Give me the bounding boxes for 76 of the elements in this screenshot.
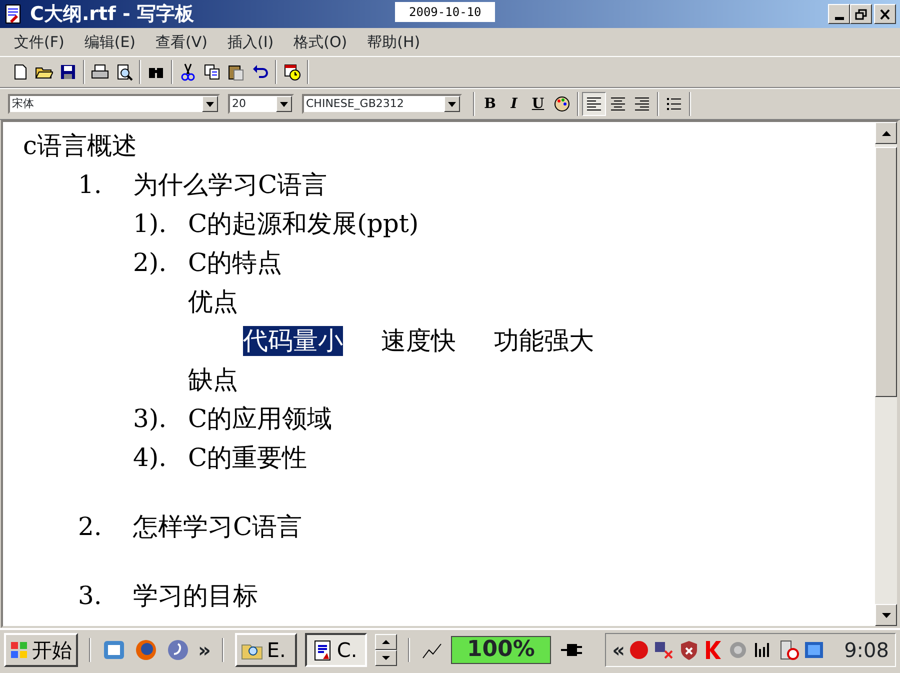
calendar-clock-icon bbox=[283, 63, 301, 81]
menu-item[interactable]: 格式(O) bbox=[284, 30, 358, 54]
align-left-button[interactable] bbox=[582, 92, 606, 116]
list-number: 1). bbox=[133, 209, 168, 239]
text-word: 代码量小 bbox=[243, 326, 343, 356]
minimize-icon bbox=[834, 16, 844, 20]
window-title: C大纲.rtf - 写字板 bbox=[30, 2, 194, 27]
palette-icon bbox=[553, 95, 571, 113]
scissors-icon bbox=[179, 63, 197, 81]
size-combo[interactable]: 20 bbox=[228, 94, 294, 114]
up-arrow-icon bbox=[382, 640, 390, 644]
minimize-button[interactable] bbox=[828, 4, 850, 24]
align-right-icon bbox=[633, 95, 651, 113]
document-icon bbox=[4, 4, 22, 24]
copy-icon bbox=[203, 63, 221, 81]
dropdown-arrow-icon bbox=[280, 102, 288, 106]
record-dot-icon[interactable] bbox=[628, 638, 650, 660]
list-number: 3. bbox=[78, 581, 103, 611]
outline-text: c语言概述 bbox=[23, 131, 138, 161]
scroll-down-button[interactable] bbox=[374, 650, 397, 666]
italic-button[interactable]: I bbox=[502, 92, 526, 116]
bullets-icon bbox=[665, 95, 683, 113]
bold-button[interactable]: B bbox=[478, 92, 502, 116]
restore-button[interactable] bbox=[850, 4, 872, 24]
outline-text: 怎样学习C语言 bbox=[133, 512, 302, 542]
list-number: 3). bbox=[133, 404, 168, 434]
more-button[interactable]: » bbox=[198, 634, 211, 664]
paste-icon bbox=[227, 63, 245, 81]
menu-item[interactable]: 查看(V) bbox=[146, 30, 218, 54]
printer-icon bbox=[91, 63, 109, 81]
print-preview-icon bbox=[115, 63, 133, 81]
outline-text: C的重要性 bbox=[188, 443, 308, 473]
outline-text: C的应用领域 bbox=[188, 404, 332, 434]
close-button[interactable] bbox=[874, 4, 896, 24]
text-word: 速度快 bbox=[381, 326, 456, 356]
menu-item[interactable]: 帮助(H) bbox=[357, 30, 430, 54]
tray-expand-button[interactable]: « bbox=[612, 634, 626, 664]
outline-text: C的起源和发展(ppt) bbox=[188, 209, 419, 239]
list-number: 1. bbox=[78, 170, 103, 200]
font-combo[interactable]: 宋体 bbox=[8, 94, 220, 114]
align-center-icon bbox=[609, 95, 627, 113]
vertical-scrollbar[interactable] bbox=[875, 122, 897, 626]
list-number: 2. bbox=[78, 512, 103, 542]
scroll-up-arrow-icon bbox=[882, 130, 890, 136]
outline-text: 学习的目标 bbox=[133, 581, 258, 611]
close-icon bbox=[878, 8, 892, 20]
script-combo[interactable]: CHINESE_GB2312 bbox=[302, 94, 462, 114]
text-word: 功能强大 bbox=[494, 326, 594, 356]
dropdown-arrow-icon bbox=[448, 102, 456, 106]
battery-percent: 100% bbox=[466, 636, 536, 662]
outline-text: 优点 bbox=[188, 287, 238, 317]
windows-logo-icon bbox=[10, 640, 28, 658]
outline-text: C的特点 bbox=[188, 248, 282, 278]
orb-icon[interactable] bbox=[166, 638, 190, 662]
list-number: 4). bbox=[133, 443, 168, 473]
scroll-up-button[interactable] bbox=[374, 634, 397, 650]
menu-item[interactable]: 文件(F) bbox=[4, 30, 74, 54]
outline-text: 缺点 bbox=[188, 365, 238, 395]
align-left-icon bbox=[585, 95, 603, 113]
restore-icon bbox=[854, 8, 868, 20]
underline-button[interactable]: U bbox=[526, 92, 550, 116]
outline-text: 为什么学习C语言 bbox=[133, 170, 328, 200]
firefox-icon[interactable] bbox=[134, 638, 158, 662]
taskbar-button[interactable]: E. bbox=[234, 632, 297, 666]
clock: 9:08 bbox=[844, 636, 889, 664]
date-label: 2009-10-10 bbox=[395, 2, 496, 22]
start-button[interactable]: 开始 bbox=[4, 632, 78, 666]
down-arrow-icon bbox=[382, 656, 390, 660]
scroll-down-arrow-icon bbox=[882, 612, 890, 618]
dropdown-arrow-icon bbox=[206, 102, 214, 106]
undo-icon bbox=[251, 63, 269, 81]
list-number: 2). bbox=[133, 248, 168, 278]
scrollbar-thumb[interactable] bbox=[875, 147, 897, 397]
menu-item[interactable]: 编辑(E) bbox=[74, 30, 146, 54]
menu-item[interactable]: 插入(I) bbox=[218, 30, 284, 54]
taskbar-button[interactable]: C. bbox=[304, 632, 367, 666]
